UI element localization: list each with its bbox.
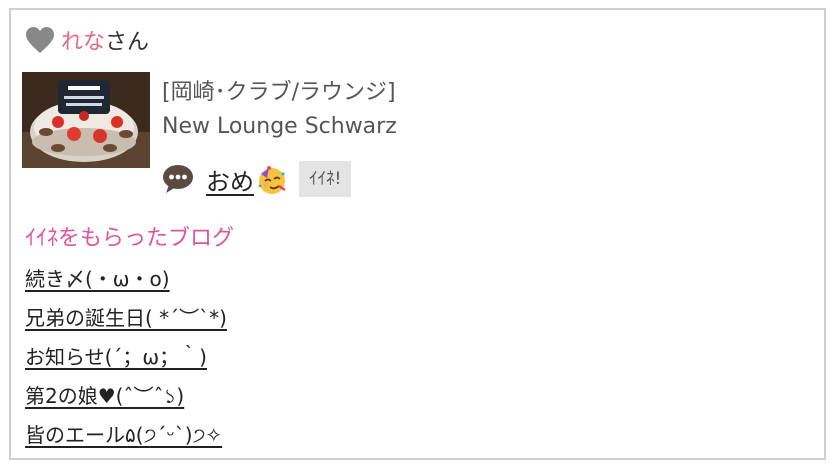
comment-link[interactable]: おめ xyxy=(206,162,287,197)
liked-blogs-list: 続き〆(・ω・o) 兄弟の誕生日( *´︶`*) お知らせ(´；ω；｀) 第2の… xyxy=(25,262,227,457)
user-name-suffix: さん xyxy=(105,30,150,55)
liked-blogs-title: ｲｲﾈをもらったブログ xyxy=(25,226,235,251)
partying-face-emoji xyxy=(258,165,286,194)
list-item: 第2の娘♥(ˆ︶ˆ১) xyxy=(25,379,227,418)
list-item: 兄弟の誕生日( *´︶`*) xyxy=(25,301,227,340)
user-name-link[interactable]: れな xyxy=(61,24,105,56)
iine-button[interactable]: ｲｲﾈ! xyxy=(299,161,352,197)
cake-photo xyxy=(22,72,150,168)
heart-icon xyxy=(26,27,54,53)
list-item: お知らせ(´；ω；｀) xyxy=(25,340,227,379)
comment-row: おめ ｲｲﾈ! xyxy=(162,160,352,198)
blog-link[interactable]: 続き〆(・ω・o) xyxy=(25,267,170,291)
blog-link[interactable]: 第2の娘♥(ˆ︶ˆ১) xyxy=(25,384,184,408)
comment-text: おめ xyxy=(206,167,254,196)
shop-info: [岡崎･クラブ/ラウンジ] New Lounge Schwarz xyxy=(162,76,397,144)
liked-notification-card: れな さん [岡崎･クラブ/ラウンジ] New Lounge Schwarz お… xyxy=(9,8,826,460)
shop-category: [岡崎･クラブ/ラウンジ] xyxy=(162,80,396,105)
blog-link[interactable]: 兄弟の誕生日( *´︶`*) xyxy=(25,306,227,330)
shop-thumbnail[interactable] xyxy=(22,72,150,168)
list-item: 続き〆(・ω・o) xyxy=(25,262,227,301)
shop-name[interactable]: New Lounge Schwarz xyxy=(162,110,397,144)
user-row: れな さん xyxy=(25,24,149,56)
blog-link[interactable]: 皆のエール۵(੭ˊᵕˋ)੭✧ xyxy=(25,423,222,447)
speech-bubble-icon xyxy=(163,165,193,193)
list-item: 皆のエール۵(੭ˊᵕˋ)੭✧ xyxy=(25,418,227,457)
blog-link[interactable]: お知らせ(´；ω；｀) xyxy=(25,345,207,369)
